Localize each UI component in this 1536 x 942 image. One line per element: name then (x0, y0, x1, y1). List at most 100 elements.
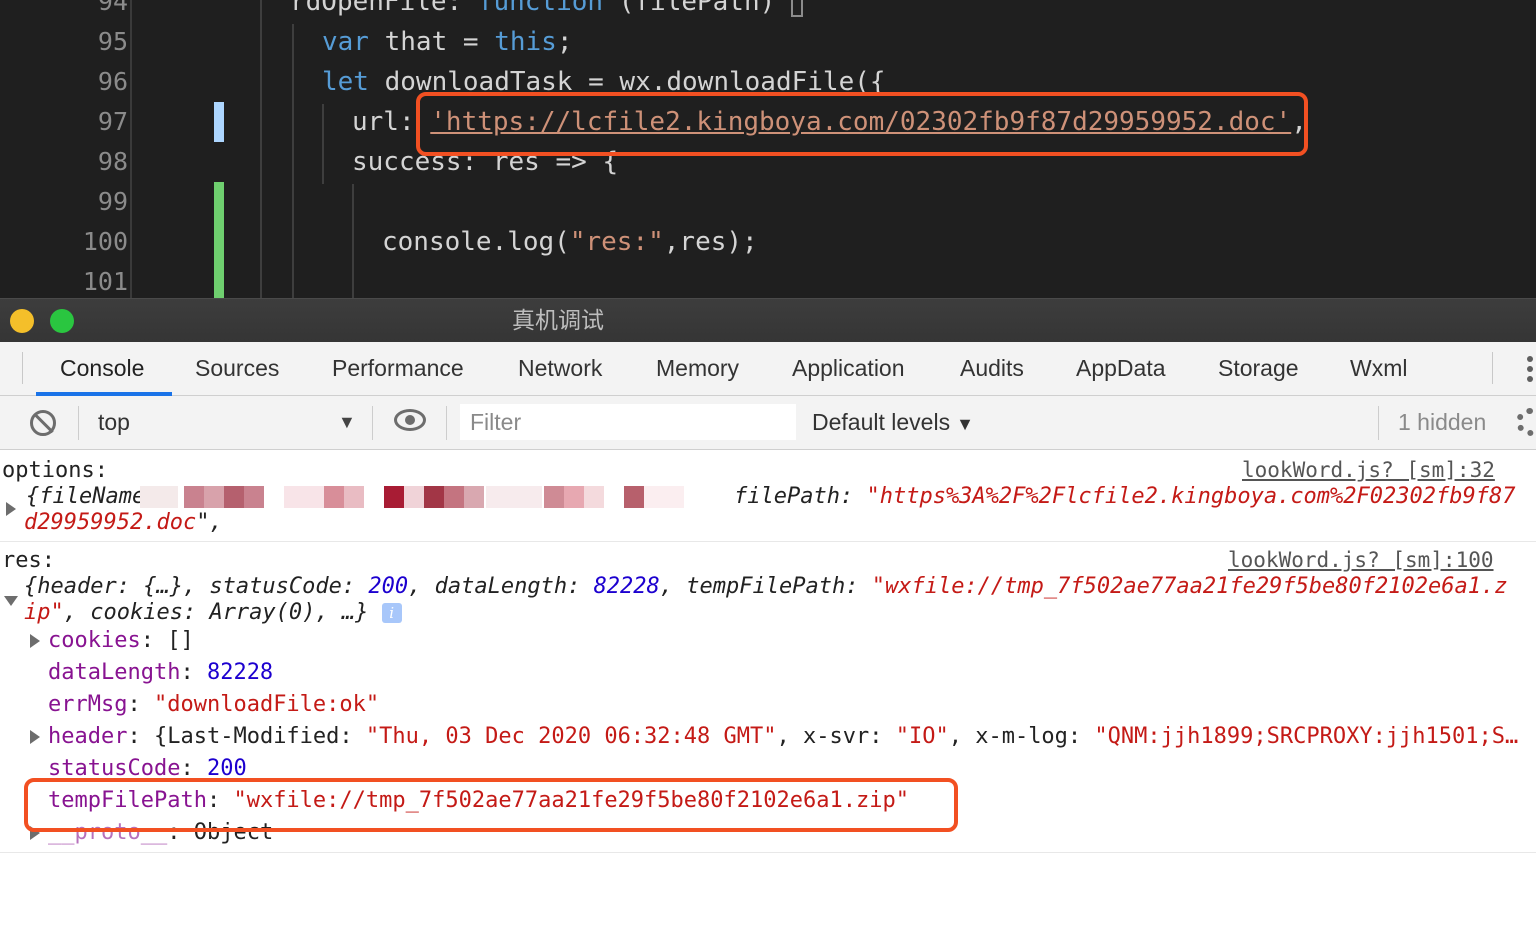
redacted-block (204, 486, 224, 508)
console-toolbar: top ▼ Default levels▼ 1 hidden (0, 396, 1536, 450)
line-number: 100 (82, 227, 128, 256)
object-string: "https%3A%2F%2Flcfile2.kingboya.com%2F02… (866, 484, 1516, 509)
redacted-block (464, 486, 484, 508)
source-link[interactable]: lookWord.js? [sm]:32 (1242, 458, 1495, 482)
modified-line-marker (214, 102, 224, 142)
zoom-button[interactable] (50, 309, 74, 333)
indent-guide (352, 184, 354, 298)
redacted-block (184, 486, 204, 508)
code-line-100[interactable]: console.log("res:",res); (382, 222, 758, 262)
object-text: ", (196, 510, 223, 535)
code-line-95[interactable]: var that = this; (322, 22, 572, 62)
line-number: 99 (97, 187, 128, 216)
added-lines-marker (214, 182, 224, 298)
property-value: , x-m-log: (948, 724, 1095, 749)
expand-arrow-icon[interactable] (30, 634, 40, 648)
indent-guide (260, 0, 262, 298)
code-text: rdOpenFile: (290, 0, 478, 17)
object-text: , tempFilePath: (659, 574, 872, 599)
tab-console[interactable]: Console (60, 342, 144, 396)
temp-file-path-highlight-box (24, 778, 958, 832)
log-object-summary[interactable]: d29959952.doc", (24, 510, 223, 536)
code-keyword: var (322, 27, 369, 57)
context-dropdown-icon[interactable]: ▼ (338, 396, 356, 448)
object-text: {fileName (26, 484, 146, 509)
tabbar-separator (1492, 352, 1493, 384)
code-text: that = (368, 27, 495, 57)
live-expression-eye-icon[interactable] (394, 409, 426, 431)
object-key: filePath (734, 484, 840, 509)
property-errmsg: errMsg: "downloadFile:ok" (48, 692, 379, 718)
log-object-summary[interactable]: ip", cookies: Array(0), …} i (24, 600, 402, 626)
redacted-block (486, 486, 542, 508)
expand-arrow-icon[interactable] (6, 502, 16, 516)
info-icon[interactable]: i (381, 603, 402, 623)
log-object-summary[interactable]: {fileName (26, 484, 145, 510)
devtools-tabbar: Console Sources Performance Network Memo… (0, 342, 1536, 396)
window-title: 真机调试 (512, 308, 604, 334)
property-cookies[interactable]: cookies: [] (48, 628, 194, 654)
property-value: [] (167, 628, 194, 653)
code-keyword: function (477, 0, 604, 17)
hidden-messages-count: 1 hidden (1398, 409, 1487, 435)
property-header[interactable]: header: {Last-Modified: "Thu, 03 Dec 202… (48, 724, 1518, 750)
object-text: {header: {…}, statusCode: (24, 574, 369, 599)
clear-console-icon[interactable] (30, 410, 56, 436)
gear-icon[interactable] (1516, 408, 1536, 436)
property-key: errMsg (48, 692, 128, 717)
collapse-arrow-icon[interactable] (4, 596, 18, 606)
redacted-block (424, 486, 444, 508)
code-text: (filePath) (603, 0, 791, 17)
property-colon: : (180, 660, 207, 685)
log-levels-dropdown[interactable]: Default levels ▼ (812, 396, 974, 450)
redacted-block (444, 486, 464, 508)
property-key: cookies (48, 628, 141, 653)
context-selector[interactable]: top (98, 396, 358, 450)
tab-performance[interactable]: Performance (332, 342, 464, 396)
log-object-summary[interactable]: filePath: "https%3A%2F%2Flcfile2.kingboy… (734, 484, 1515, 510)
tab-application[interactable]: Application (792, 342, 905, 396)
property-colon: : (127, 692, 154, 717)
message-separator (0, 852, 1536, 853)
redacted-block (324, 486, 344, 508)
tab-sources[interactable]: Sources (195, 342, 279, 396)
console-output[interactable]: options: lookWord.js? [sm]:32 {fileName … (0, 450, 1536, 942)
code-line-94[interactable]: rdOpenFile: function (filePath) (290, 0, 803, 22)
minimize-button[interactable] (10, 309, 34, 333)
bracket-match-box (790, 0, 803, 17)
tab-wxml[interactable]: Wxml (1350, 342, 1407, 396)
code-editor[interactable]: 94 95 96 97 98 99 100 101 rdOpenFile: fu… (0, 0, 1536, 298)
redacted-block (384, 486, 404, 508)
tab-storage[interactable]: Storage (1218, 342, 1299, 396)
property-value: "IO" (895, 724, 949, 749)
toolbar-separator (372, 406, 373, 440)
url-highlight-box (416, 92, 1308, 156)
redacted-block (644, 486, 684, 508)
log-object-summary[interactable]: {header: {…}, statusCode: 200, dataLengt… (24, 574, 1507, 600)
devtools-titlebar: 真机调试 (0, 298, 1536, 342)
property-value: 82228 (206, 660, 274, 685)
filter-input[interactable] (460, 404, 796, 440)
code-text: ; (556, 27, 573, 57)
console-log-label: res: (2, 548, 55, 573)
tab-memory[interactable]: Memory (656, 342, 739, 396)
more-options-icon[interactable] (1524, 352, 1536, 386)
object-text: , dataLength: (408, 574, 594, 599)
indent-guide (292, 24, 294, 298)
message-separator (0, 541, 1536, 542)
source-link[interactable]: lookWord.js? [sm]:100 (1228, 548, 1494, 572)
tab-audits[interactable]: Audits (960, 342, 1024, 396)
object-string: "wxfile://tmp_7f502ae77aa21fe29f5be80f21… (871, 574, 1508, 599)
object-text: , cookies: Array(0), …} (63, 600, 369, 625)
expand-arrow-icon[interactable] (30, 730, 40, 744)
code-text: ,res); (663, 227, 758, 257)
redacted-block (564, 486, 584, 508)
property-colon: : (140, 628, 168, 653)
tab-appdata[interactable]: AppData (1076, 342, 1166, 396)
tabbar-separator (22, 352, 23, 384)
property-value: "Thu, 03 Dec 2020 06:32:48 GMT" (365, 724, 777, 749)
property-datalength: dataLength: 82228 (48, 660, 273, 686)
tab-network[interactable]: Network (518, 342, 602, 396)
line-number: 98 (97, 147, 128, 176)
property-value: , x-svr: (776, 724, 896, 749)
